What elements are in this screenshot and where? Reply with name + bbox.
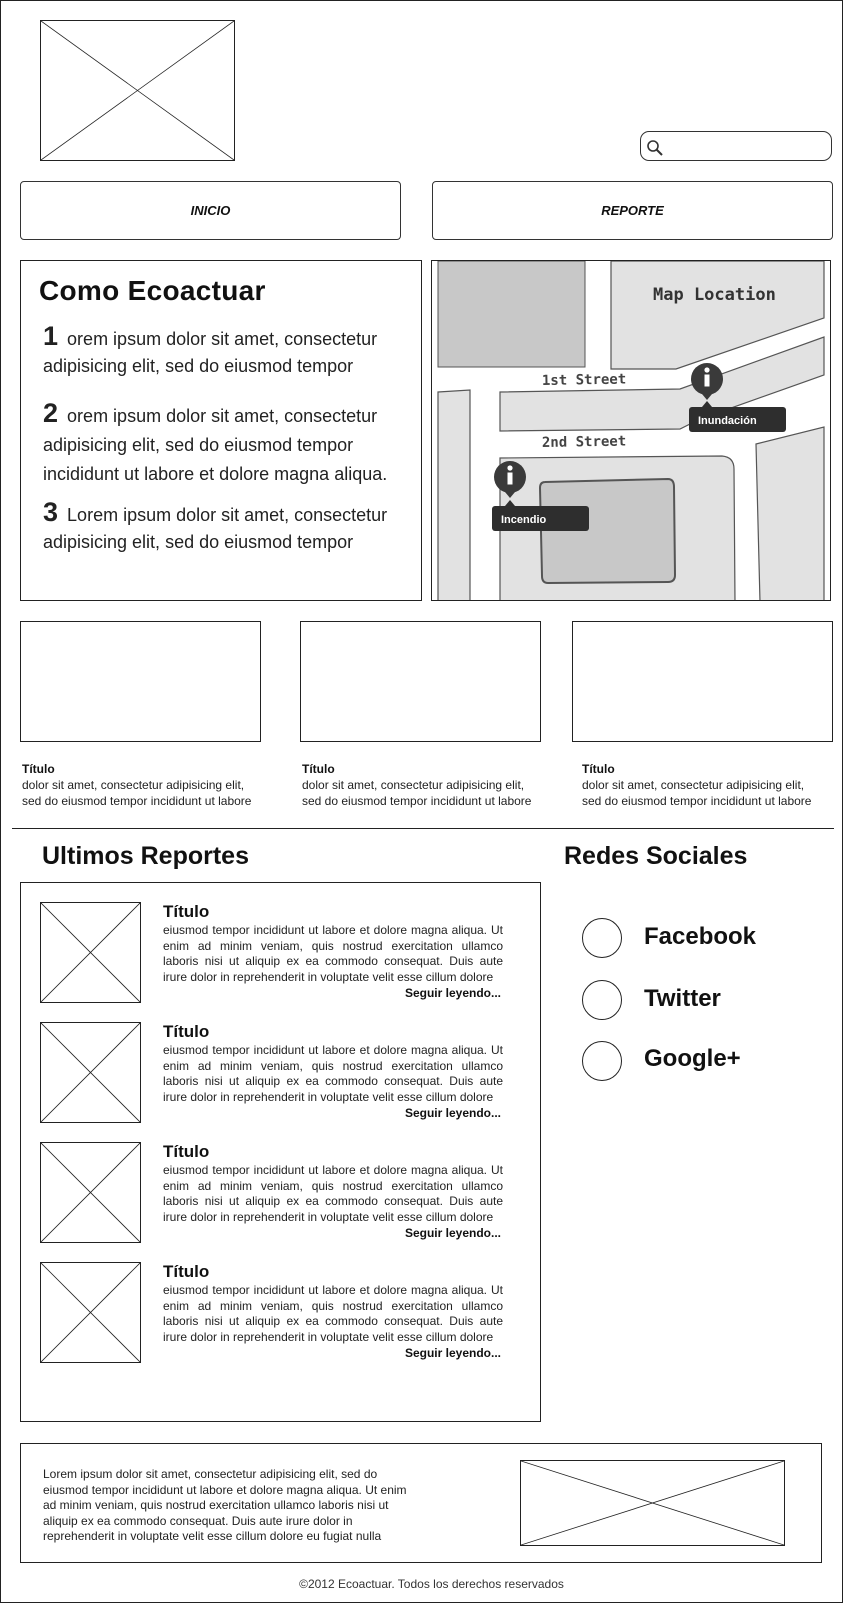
step-number: 2 [43, 398, 59, 428]
read-more-link[interactable]: Seguir leyendo... [163, 1346, 501, 1360]
twitter-link[interactable]: Twitter [644, 985, 721, 1013]
card-text-2: dolor sit amet, consectetur adipisicing … [302, 777, 562, 809]
report-thumbnail[interactable] [40, 1262, 141, 1363]
image-placeholder-icon [41, 1263, 140, 1362]
step-number: 3 [43, 497, 59, 527]
search-input[interactable] [667, 135, 827, 157]
card-text-line: dolor sit amet, consectetur adipisicing … [582, 778, 805, 792]
step-1: 1 orem ipsum dolor sit amet, consectetur… [43, 323, 403, 380]
footer-text: Lorem ipsum dolor sit amet, consectetur … [43, 1467, 407, 1543]
report-excerpt: eiusmod tempor incididunt ut labore et d… [163, 1043, 503, 1104]
card-text-3: dolor sit amet, consectetur adipisicing … [582, 777, 842, 809]
report-title[interactable]: Título [163, 1022, 209, 1042]
twitter-icon[interactable] [582, 980, 622, 1020]
step-2: 2 orem ipsum dolor sit amet, consectetur… [43, 399, 403, 489]
step-number: 1 [43, 321, 59, 351]
copyright-text: ©2012 Ecoactuar. Todos los derechos rese… [299, 1577, 564, 1591]
google-plus-icon[interactable] [582, 1041, 622, 1081]
card-image-3[interactable] [572, 621, 833, 742]
card-text-line: sed do eiusmod tempor incididunt ut labo… [582, 794, 812, 808]
step-text: Lorem ipsum dolor sit amet, consectetur … [43, 505, 388, 552]
image-placeholder-icon [41, 1023, 140, 1122]
report-excerpt: eiusmod tempor incididunt ut labore et d… [163, 1163, 503, 1224]
how-to-panel: Como Ecoactuar 1 orem ipsum dolor sit am… [20, 260, 422, 601]
social-title: Redes Sociales [564, 842, 748, 870]
step-text: orem ipsum dolor sit amet, consectetur a… [43, 406, 388, 484]
report-excerpt: eiusmod tempor incididunt ut labore et d… [163, 1283, 503, 1344]
reports-title: Ultimos Reportes [42, 842, 249, 870]
image-placeholder-icon [41, 21, 234, 160]
card-image-1[interactable] [20, 621, 261, 742]
image-placeholder-icon [41, 903, 140, 1002]
read-more-link[interactable]: Seguir leyendo... [163, 986, 501, 1000]
map-title: Map Location [653, 285, 776, 305]
reports-panel: Título eiusmod tempor incididunt ut labo… [20, 882, 541, 1422]
card-image-2[interactable] [300, 621, 541, 742]
marker-label-inundacion: Inundación [698, 415, 757, 427]
search-icon [647, 140, 663, 156]
how-to-title: Como Ecoactuar [39, 275, 266, 306]
card-title-1: Título [22, 762, 55, 776]
card-title-3: Título [582, 762, 615, 776]
section-divider [12, 828, 834, 829]
google-plus-link[interactable]: Google+ [644, 1045, 741, 1073]
card-text-1: dolor sit amet, consectetur adipisicing … [22, 777, 282, 809]
report-title[interactable]: Título [163, 902, 209, 922]
report-title[interactable]: Título [163, 1142, 209, 1162]
search-box[interactable] [640, 131, 832, 161]
facebook-link[interactable]: Facebook [644, 923, 756, 951]
report-thumbnail[interactable] [40, 1142, 141, 1243]
footer-panel: Lorem ipsum dolor sit amet, consectetur … [20, 1443, 822, 1563]
facebook-icon[interactable] [582, 918, 622, 958]
card-text-line: sed do eiusmod tempor incididunt ut labo… [302, 794, 532, 808]
marker-label-incendio: Incendio [501, 514, 547, 526]
card-title-2: Título [302, 762, 335, 776]
report-thumbnail[interactable] [40, 902, 141, 1003]
nav-reporte-button[interactable]: REPORTE [432, 181, 833, 240]
nav-inicio-button[interactable]: INICIO [20, 181, 401, 240]
card-text-line: dolor sit amet, consectetur adipisicing … [22, 778, 245, 792]
report-thumbnail[interactable] [40, 1022, 141, 1123]
map-graphic: Map Location 1st Street 2nd Street Inund… [432, 261, 830, 600]
footer-image[interactable] [520, 1460, 785, 1546]
street-2-label: 2nd Street [542, 434, 627, 451]
logo-image[interactable] [40, 20, 235, 161]
step-3: 3 Lorem ipsum dolor sit amet, consectetu… [43, 499, 403, 556]
report-title[interactable]: Título [163, 1262, 209, 1282]
card-text-line: sed do eiusmod tempor incididunt ut labo… [22, 794, 252, 808]
read-more-link[interactable]: Seguir leyendo... [163, 1226, 501, 1240]
read-more-link[interactable]: Seguir leyendo... [163, 1106, 501, 1120]
report-excerpt: eiusmod tempor incididunt ut labore et d… [163, 923, 503, 984]
street-1-label: 1st Street [542, 372, 627, 389]
image-placeholder-icon [521, 1461, 784, 1545]
map-panel[interactable]: Map Location 1st Street 2nd Street Inund… [431, 260, 831, 601]
card-text-line: dolor sit amet, consectetur adipisicing … [302, 778, 525, 792]
step-text: orem ipsum dolor sit amet, consectetur a… [43, 329, 378, 376]
image-placeholder-icon [41, 1143, 140, 1242]
